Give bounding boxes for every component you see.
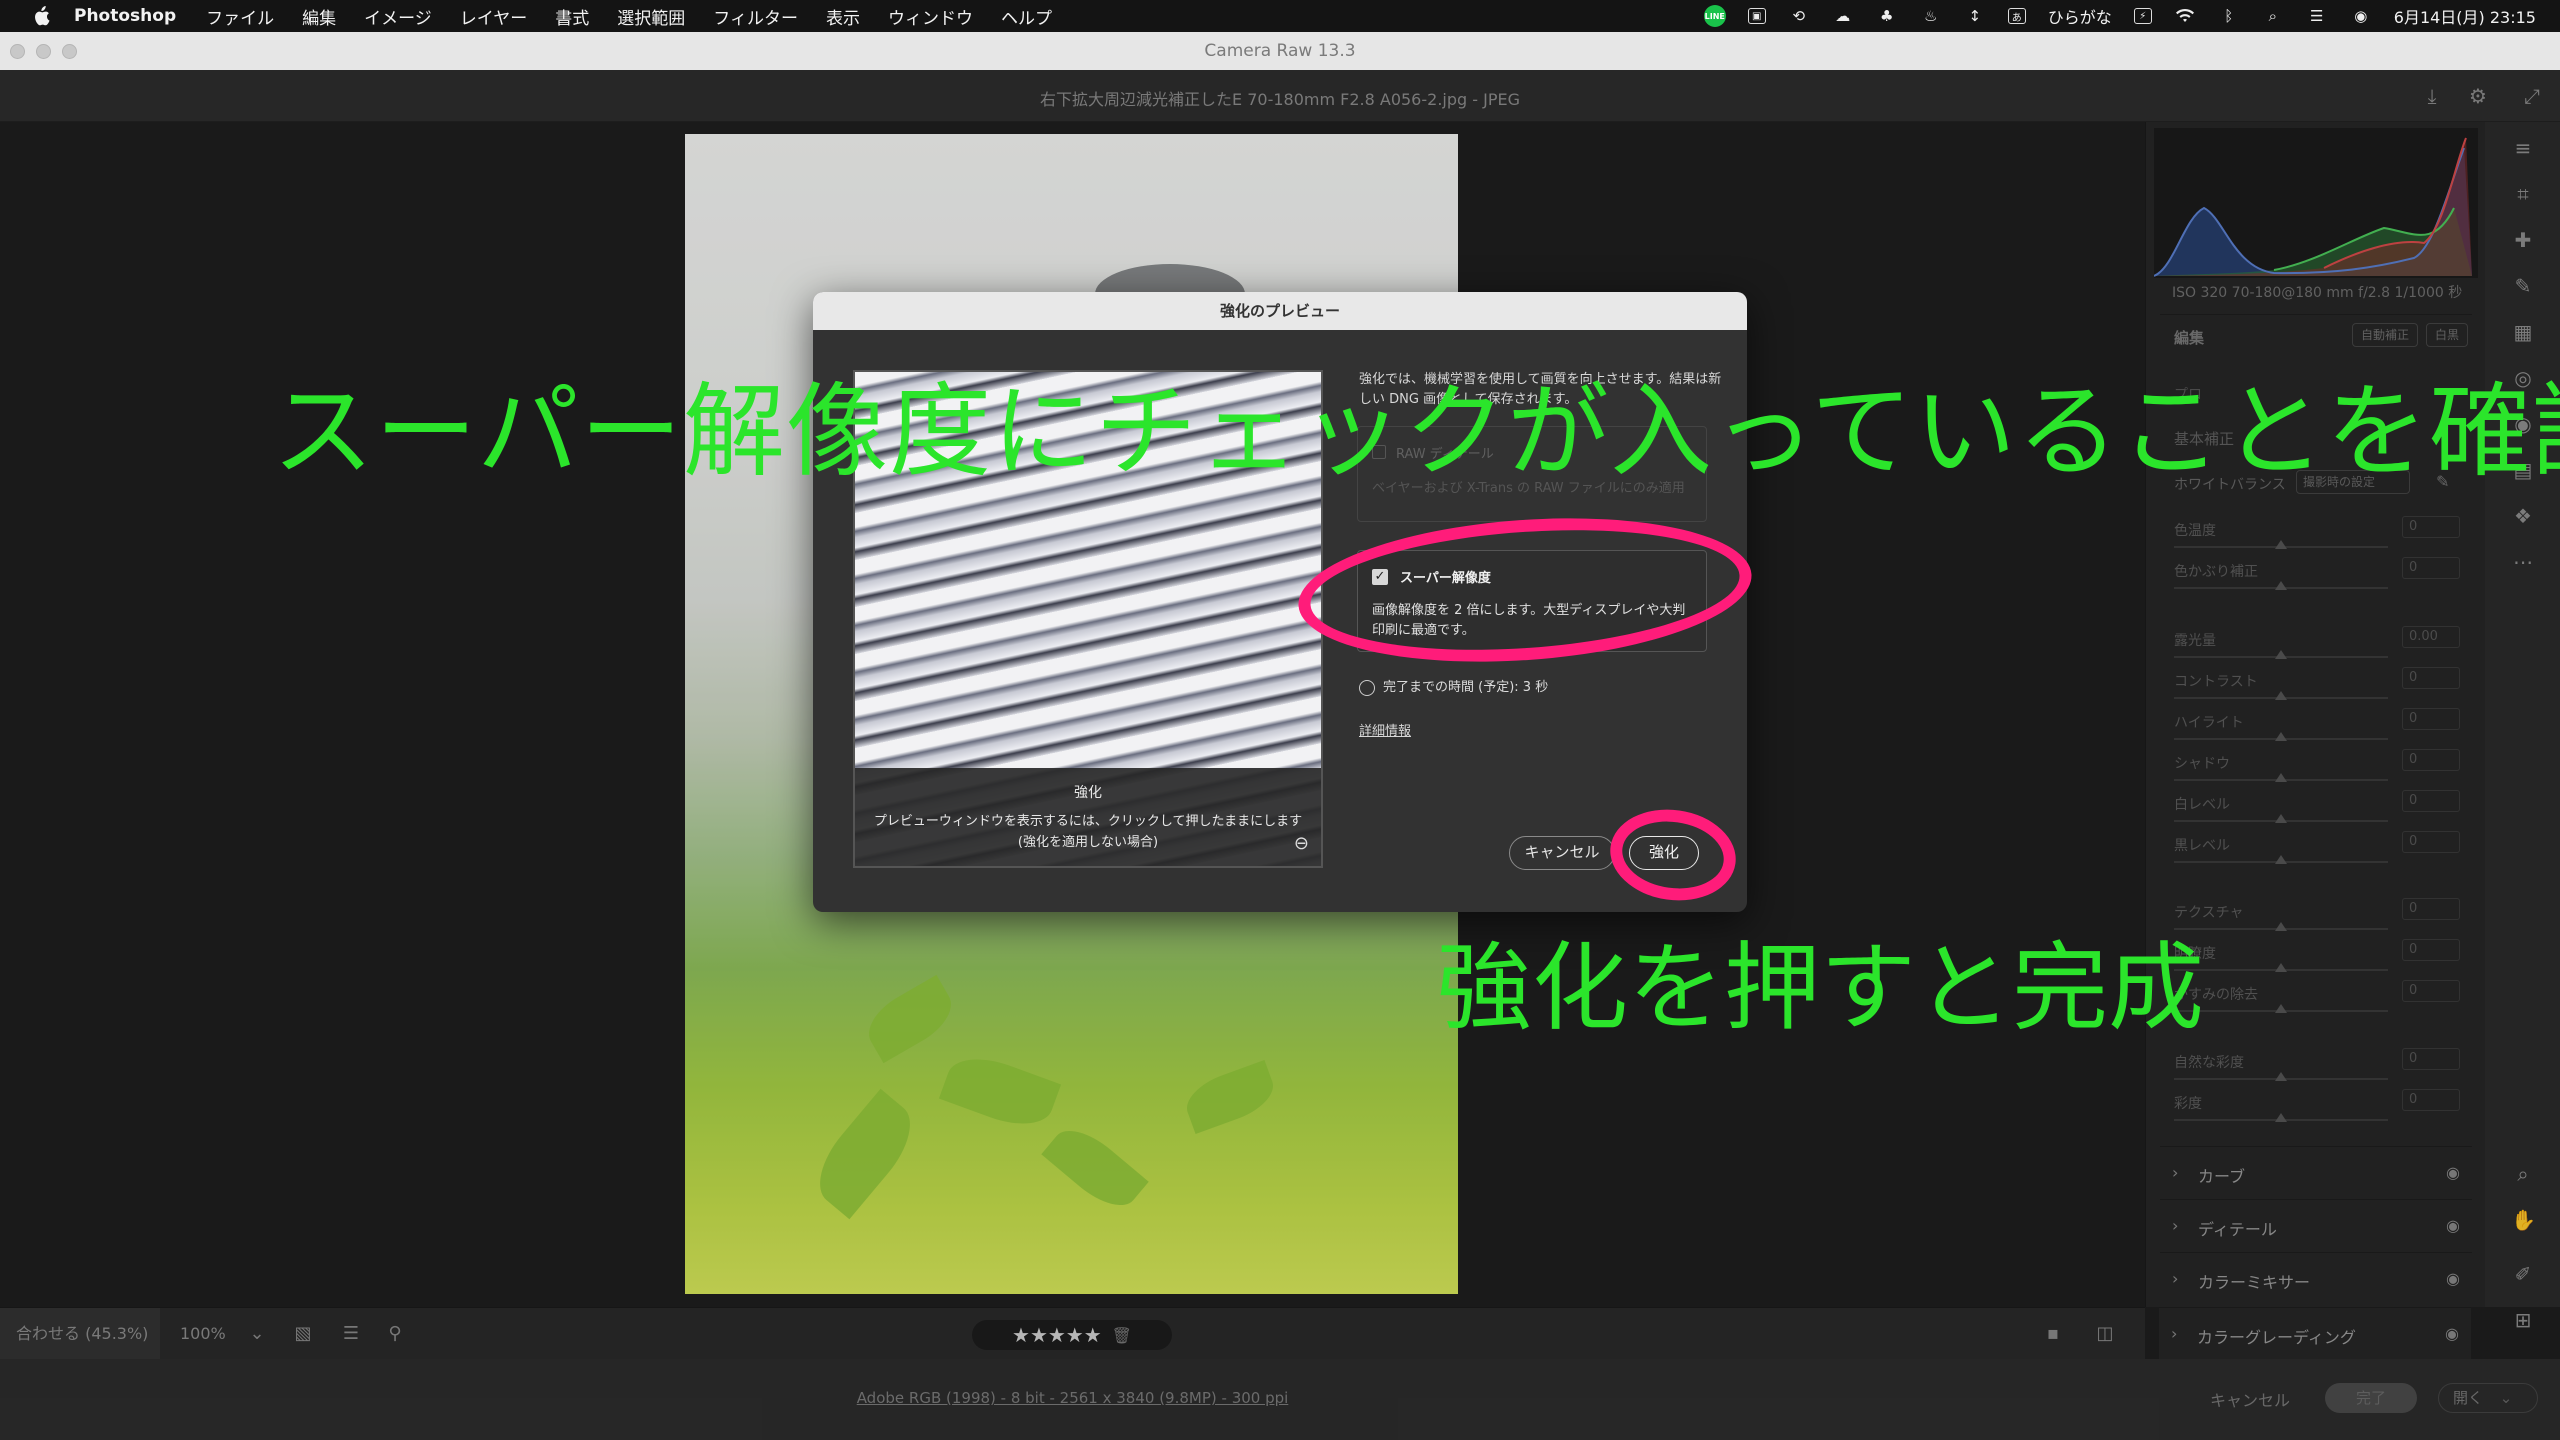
menubar-clock[interactable]: 6月14日(月) 23:15 [2394, 4, 2536, 28]
sync-icon[interactable]: ⟲ [1788, 7, 1810, 25]
menu-window[interactable]: ウィンドウ [888, 4, 973, 29]
badge-app-icon[interactable]: ♨ [1920, 7, 1942, 25]
menu-bar: Photoshop ファイル 編集 イメージ レイヤー 書式 選択範囲 フィルタ… [0, 0, 2560, 32]
annotation-check-super-resolution: スーパー解像度にチェックが入っていることを確認 [272, 373, 2560, 492]
dialog-title: 強化のプレビュー [813, 292, 1747, 330]
estimated-time: 完了までの時間 (予定): 3 秒 [1359, 676, 1548, 696]
menu-select[interactable]: 選択範囲 [617, 4, 685, 29]
menu-type[interactable]: 書式 [555, 4, 589, 29]
preview-caption: 強化 プレビューウィンドウを表示するには、クリックして押したままにします (強化… [855, 768, 1321, 866]
menu-edit[interactable]: 編集 [302, 4, 336, 29]
menu-layer[interactable]: レイヤー [460, 4, 528, 29]
menu-filter[interactable]: フィルター [713, 4, 798, 29]
estimated-time-label: 完了までの時間 (予定): 3 秒 [1383, 680, 1549, 695]
app-menu-photoshop[interactable]: Photoshop [74, 6, 176, 26]
battery-icon[interactable]: ⚡ [2133, 8, 2152, 24]
line-app-icon[interactable]: LINE [1703, 5, 1726, 27]
preview-instruction: プレビューウィンドウを表示するには、クリックして押したままにします [873, 814, 1303, 829]
window-manager-icon[interactable]: ▣ [1747, 8, 1766, 24]
spotlight-search-icon[interactable]: ⌕ [2262, 7, 2284, 25]
bluetooth-icon[interactable]: ᛒ [2218, 7, 2240, 25]
annotation-press-enhance: 強化を押すと完成 [1436, 932, 2204, 1044]
control-center-icon[interactable]: ☰ [2306, 7, 2328, 25]
dialog-cancel-button[interactable]: キャンセル [1509, 836, 1615, 870]
notification-app-icon[interactable]: ♣ [1876, 7, 1898, 25]
arrows-icon[interactable]: ↕ [1964, 7, 1986, 25]
menu-view[interactable]: 表示 [826, 4, 860, 29]
wifi-icon[interactable] [2174, 7, 2196, 25]
menu-file[interactable]: ファイル [206, 4, 274, 29]
keyboard-icon[interactable]: あ [2007, 8, 2026, 24]
zoom-out-icon[interactable]: ⊖ [1294, 833, 1309, 854]
input-method-label[interactable]: ひらがな [2048, 4, 2112, 28]
menu-help[interactable]: ヘルプ [1001, 4, 1052, 29]
menu-image[interactable]: イメージ [364, 4, 432, 29]
status-area: LINE ▣ ⟲ ☁ ♣ ♨ ↕ あ ひらがな ⚡ ᛒ ⌕ ☰ ◉ 6月14日(… [1703, 0, 2536, 32]
window-title: Camera Raw 13.3 [1204, 41, 1356, 61]
preview-instruction-note: (強化を適用しない場合) [1017, 835, 1159, 850]
creative-cloud-icon[interactable]: ☁ [1832, 7, 1854, 25]
preview-title: 強化 [1074, 785, 1102, 801]
timer-icon [1359, 679, 1375, 696]
apple-icon[interactable] [26, 0, 56, 32]
learn-more-link[interactable]: 詳細情報 [1359, 720, 1411, 739]
window-titlebar: Camera Raw 13.3 [0, 32, 2560, 70]
siri-icon[interactable]: ◉ [2350, 7, 2372, 25]
